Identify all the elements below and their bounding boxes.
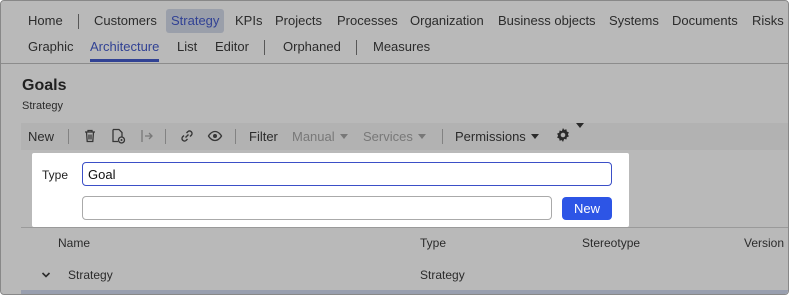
nav-home[interactable]: Home xyxy=(28,9,63,33)
chevron-down-icon xyxy=(417,134,426,139)
primary-nav: Home Customers Strategy KPIs Projects Pr… xyxy=(1,9,788,33)
page-subtitle: Strategy xyxy=(22,100,63,112)
type-label: Type xyxy=(42,168,69,182)
services-dropdown[interactable]: Services xyxy=(363,123,426,150)
tab-list[interactable]: List xyxy=(177,36,197,58)
tab-architecture[interactable]: Architecture xyxy=(90,36,160,62)
app-window: Home Customers Strategy KPIs Projects Pr… xyxy=(0,0,789,295)
link-icon[interactable] xyxy=(179,128,195,144)
eye-icon[interactable] xyxy=(207,128,223,144)
chevron-down-icon xyxy=(530,134,539,139)
permissions-dropdown[interactable]: Permissions xyxy=(455,123,539,150)
nav-kpis[interactable]: KPIs xyxy=(235,9,262,33)
toolbar-divider xyxy=(442,129,443,144)
nav-customers[interactable]: Customers xyxy=(94,9,157,33)
column-header-version[interactable]: Version xyxy=(744,236,784,250)
toolbar: New Filter Manual Services Permissions xyxy=(21,123,788,150)
page-title: Goals xyxy=(22,77,67,94)
nav-processes[interactable]: Processes xyxy=(337,9,398,33)
row-type: Strategy xyxy=(420,268,465,282)
toolbar-divider xyxy=(165,129,166,144)
gear-icon xyxy=(557,128,569,142)
row-name: Strategy xyxy=(68,268,113,282)
column-header-stereotype[interactable]: Stereotype xyxy=(582,236,640,250)
permissions-label: Permissions xyxy=(455,129,526,144)
secondary-nav: Graphic Architecture List Editor Orphane… xyxy=(1,36,788,62)
filter-button[interactable]: Filter xyxy=(249,123,278,150)
create-new-button[interactable]: New xyxy=(562,197,612,220)
trash-icon[interactable] xyxy=(82,128,98,144)
name-field[interactable] xyxy=(82,196,552,220)
tab-orphaned[interactable]: Orphaned xyxy=(283,36,341,58)
copy-settings-icon[interactable] xyxy=(110,128,126,144)
chevron-down-icon xyxy=(339,134,348,139)
type-field[interactable] xyxy=(82,162,612,186)
manual-dropdown[interactable]: Manual xyxy=(292,123,348,150)
services-label: Services xyxy=(363,129,413,144)
nav-projects[interactable]: Projects xyxy=(275,9,322,33)
table-row[interactable]: Strategy Strategy xyxy=(21,263,788,287)
new-object-popup: Type New xyxy=(32,153,629,227)
tab-divider xyxy=(264,40,265,55)
selected-row-indicator xyxy=(21,290,788,294)
tab-measures[interactable]: Measures xyxy=(373,36,430,58)
nav-organization[interactable]: Organization xyxy=(410,9,484,33)
new-button[interactable]: New xyxy=(28,123,54,150)
tab-editor[interactable]: Editor xyxy=(215,36,249,58)
nav-divider xyxy=(78,14,79,29)
tab-graphic[interactable]: Graphic xyxy=(28,36,74,58)
nav-strategy[interactable]: Strategy xyxy=(166,9,225,33)
column-header-name[interactable]: Name xyxy=(58,236,90,250)
export-icon[interactable] xyxy=(138,128,154,144)
toolbar-divider xyxy=(68,129,69,144)
nav-systems[interactable]: Systems xyxy=(609,9,659,33)
table-top-rule xyxy=(21,227,788,228)
nav-risks[interactable]: Risks xyxy=(752,9,784,33)
chevron-down-icon xyxy=(576,123,584,128)
table-header: Name Type Stereotype Version xyxy=(21,232,788,254)
chevron-down-icon[interactable] xyxy=(41,271,51,279)
column-header-type[interactable]: Type xyxy=(420,236,446,250)
manual-label: Manual xyxy=(292,129,335,144)
nav-documents[interactable]: Documents xyxy=(672,9,738,33)
toolbar-divider xyxy=(235,129,236,144)
nav-divider-line xyxy=(1,63,788,64)
nav-business-objects[interactable]: Business objects xyxy=(498,9,596,33)
tab-divider xyxy=(356,40,357,55)
